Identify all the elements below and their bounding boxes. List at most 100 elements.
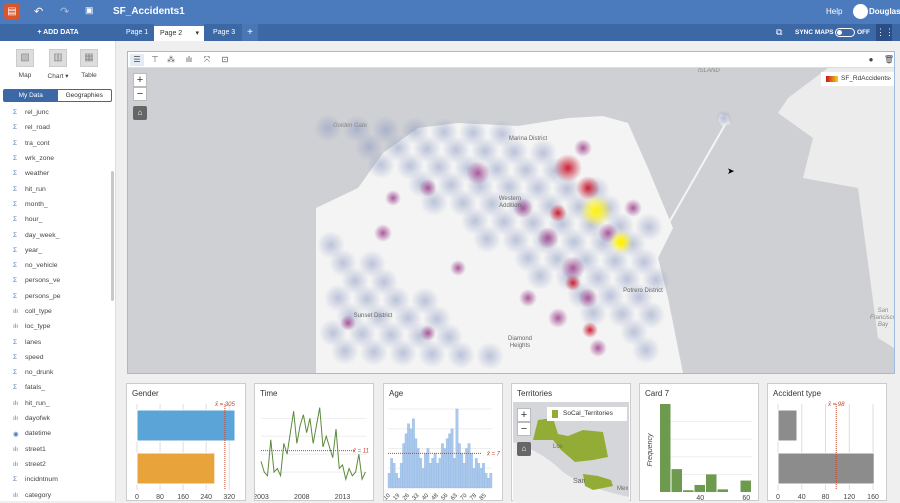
tab-geographies[interactable]: Geographies [58,90,112,101]
sidebar-scrollbar[interactable] [111,171,114,301]
add-page-button[interactable]: + [242,24,258,41]
territories-legend[interactable]: SoCal_Territories [547,407,627,421]
tab-my-data[interactable]: My Data [4,90,58,101]
bar [445,438,449,489]
gender-chart: 0 80 160 240 320 x̄ = 305 [135,402,236,501]
card-age[interactable]: Age 10 19 26 33 40 48 56 63 70 78 85 x̄ = 7 [383,383,503,501]
tick-label: 2008 [294,494,310,501]
bar-chart-icon: ılı [13,415,19,423]
zoom-in-button[interactable]: + [517,408,531,422]
viz-label: Chart ▾ [47,73,69,80]
card-title: Gender [132,389,159,398]
chevron-right-icon[interactable]: › [889,72,891,86]
card-card7[interactable]: Card 7 40 60 Frequency [639,383,759,501]
field-wrk_zone[interactable]: Σwrk_zone [0,151,110,166]
spatial-analysis-icon[interactable]: ⁂ [164,54,178,66]
avatar[interactable] [853,4,868,19]
grid-layout-icon[interactable]: ⋮⋮ [876,24,894,41]
home-icon[interactable]: ⌂ [517,442,531,456]
app-logo-icon[interactable]: ▤ [4,3,20,20]
tab-page-2[interactable]: Page 2 ▾ [154,24,204,41]
zoom-out-button[interactable]: − [133,87,147,101]
field-coll_type[interactable]: ılı coll_type [0,304,110,319]
field-label: no_drunk [25,369,54,377]
card-accident-type[interactable]: Accident type 0 40 80 120 160 x̄ = 98 [767,383,887,501]
field-no_vehicle[interactable]: Σno_vehicle [0,258,110,273]
field-rel_junc[interactable]: Σrel_junc [0,105,110,120]
bar [482,463,485,489]
sigma-icon: Σ [13,231,18,239]
info-icon[interactable]: ● [864,54,878,66]
bar [474,458,478,489]
territories-map[interactable]: + − ⌂ SoCal_Territories Los San Mex [513,402,629,501]
field-tra_cont[interactable]: Σtra_cont [0,136,110,151]
field-persons_ve[interactable]: Σpersons_ve [0,273,110,288]
redo-icon[interactable]: ↷ [60,5,69,18]
zoom-in-button[interactable]: + [133,73,147,87]
bar [683,490,694,492]
field-dayofwk[interactable]: ılı dayofwk [0,411,110,426]
field-fatals_[interactable]: Σfatals_ [0,380,110,395]
card-time[interactable]: Time 2003 2008 2013 x̄ = 11 [254,383,374,501]
chevron-down-icon[interactable]: ▾ [195,26,199,41]
field-rel_road[interactable]: Σrel_road [0,120,110,135]
heat-spot [624,199,642,217]
save-icon[interactable]: ▣ [85,5,94,16]
bar [453,458,456,489]
field-year_[interactable]: Σyear_ [0,243,110,258]
field-no_drunk[interactable]: Σno_drunk [0,365,110,380]
field-month_[interactable]: Σmonth_ [0,197,110,212]
layer-legend[interactable]: SF_RdAccidents › [821,72,894,86]
legend-list-icon[interactable]: ☰ [130,54,144,66]
field-weather[interactable]: Σweather [0,166,110,181]
sync-maps-toggle[interactable] [835,28,855,37]
help-link[interactable]: Help [826,7,842,16]
field-hit_run_[interactable]: ılı hit_run_ [0,396,110,411]
heatmap-map[interactable]: Golden Gate Marina District Western Addi… [128,68,894,373]
field-speed[interactable]: Σspeed [0,350,110,365]
field-street2[interactable]: ılı street2 [0,457,110,472]
bar [450,428,454,489]
field-label: rel_road [25,124,50,132]
bar [465,448,468,489]
bar-chart-icon[interactable]: ılı [182,54,196,66]
field-day_week_[interactable]: Σday_week_ [0,227,110,242]
filter-icon[interactable]: ⊤ [148,54,162,66]
field-lanes[interactable]: Σlanes [0,334,110,349]
field-hit_run[interactable]: Σhit_run [0,181,110,196]
tick-label: 60 [742,495,750,501]
sigma-icon: Σ [13,216,18,224]
field-incidntnum[interactable]: Σincidntnum [0,472,110,487]
zoom-out-button[interactable]: − [517,422,531,436]
field-category[interactable]: ılı category [0,487,110,502]
bar-chart-icon: ılı [13,445,19,453]
accident-type-chart: 0 40 80 120 160 x̄ = 98 [776,402,879,501]
field-hour_[interactable]: Σhour_ [0,212,110,227]
card-gender[interactable]: Gender 0 80 160 240 320 x̄ = 305 [126,383,246,501]
mean-label: x̄ = 305 [214,402,236,408]
map-label: Golden Gate [333,123,368,129]
tab-page-1[interactable]: Page 1 [120,24,154,41]
add-data-button[interactable]: + ADD DATA [0,24,116,41]
undo-icon[interactable]: ↶ [34,5,43,18]
bar [470,453,473,489]
duplicate-page-icon[interactable]: ⧉ [776,27,782,38]
flip-card-icon[interactable]: ⊡ [218,54,232,66]
home-icon[interactable]: ⌂ [133,106,147,120]
field-persons_pe[interactable]: Σpersons_pe [0,289,110,304]
card-territories[interactable]: Territories + − ⌂ SoCal_Territories Los … [511,383,631,501]
user-menu[interactable]: Douglas [869,7,900,16]
bar [717,489,728,492]
tab-page-3[interactable]: Page 3 [207,24,241,41]
field-list: Σrel_junc Σrel_road Σtra_cont Σwrk_zone Σwea… [0,105,110,503]
chart-viz-button[interactable]: ▥ Chart ▾ [43,49,73,80]
field-datetime[interactable]: ◉ datetime [0,426,110,441]
delete-icon[interactable]: 🗑 [882,54,896,66]
table-viz-button[interactable]: ▦ Table [74,49,104,79]
field-loc_type[interactable]: ılı loc_type [0,319,110,334]
bar [392,463,396,489]
expand-icon[interactable]: ⤧ [200,54,214,66]
bar [433,453,437,489]
map-viz-button[interactable]: ▧ Map [10,49,40,79]
field-street1[interactable]: ılı street1 [0,442,110,457]
